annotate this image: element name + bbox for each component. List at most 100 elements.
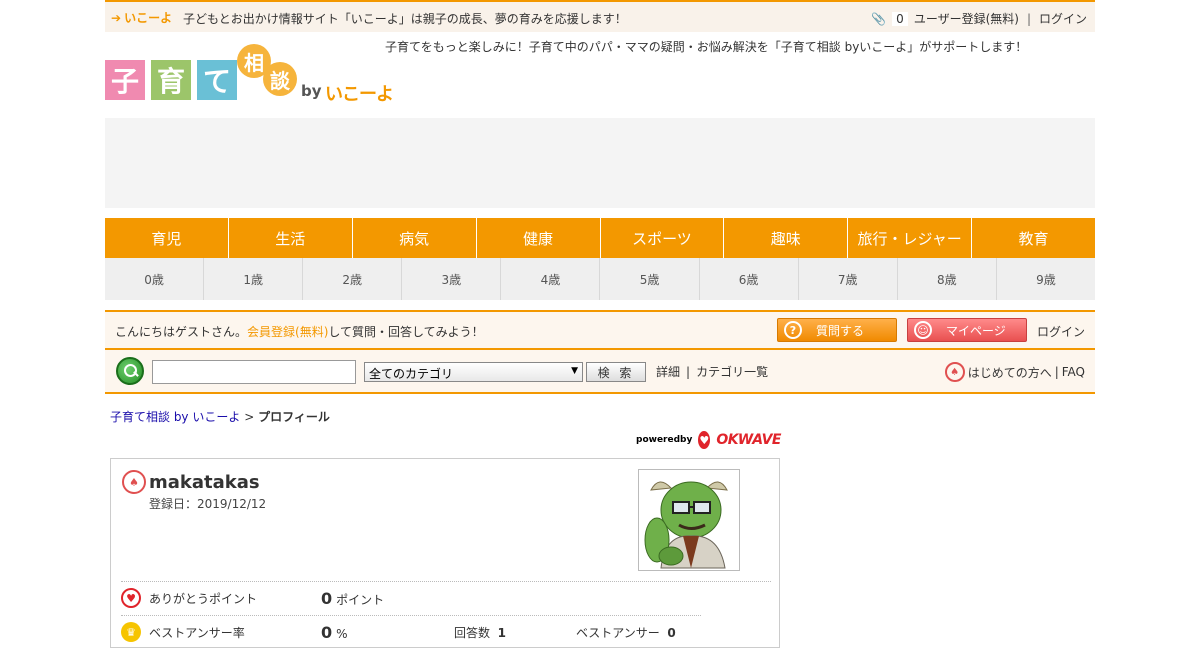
age-tab[interactable]: 3歳 [402,258,502,300]
smile-icon: ☺ [914,321,932,339]
separator: | [686,365,691,379]
question-icon: ? [784,321,802,339]
category-tab[interactable]: 旅行・レジャー [848,218,973,258]
crown-icon: ♛ [121,622,141,642]
logo-char: 子 [105,60,145,100]
separator: | [1054,365,1059,379]
divider [121,615,701,616]
age-tab[interactable]: 2歳 [303,258,403,300]
avatar-image [639,470,739,570]
site-logo[interactable]: 子 育 て 相 談 by いこーよ [105,42,395,105]
best-answer-row: ♛ ベストアンサー率 0% 回答数 1 ベストアンサー 0 [121,619,676,645]
ask-question-label: 質問する [816,323,865,338]
beginners-link[interactable]: はじめての方へ [968,364,1052,381]
best-answer-count: ベストアンサー 0 [576,624,676,641]
ad-banner-area [105,118,1095,208]
dropdown-arrow-icon: ▼ [571,366,578,376]
detail-search-link[interactable]: 詳細 [656,365,680,379]
category-tab[interactable]: 趣味 [724,218,849,258]
thanks-points-unit: ポイント [336,592,385,607]
best-answer-rate-unit: % [336,626,348,641]
best-answer-count-value: 0 [667,625,676,640]
breadcrumb-current: プロフィール [258,410,330,424]
user-icon: ♠ [122,470,146,494]
logo-brand: いこーよ [325,84,394,105]
best-answer-rate-number: 0 [321,622,333,642]
greeting-message: こんにちはゲストさん。会員登録(無料)して質問・回答してみよう！ [115,323,484,340]
arrow-left-icon: ➔ [111,11,122,25]
powered-by-okwave[interactable]: poweredby ♥ OKWAVE [636,430,781,450]
age-tab[interactable]: 0歳 [105,258,205,300]
clip-count: 0 [892,11,908,26]
thanks-points-value: 0 ポイント [321,589,384,608]
logo-char: 育 [151,60,191,100]
okwave-logo: OKWAVE [716,432,781,448]
category-select[interactable]: 全てのカテゴリ ▼ [364,362,583,382]
site-top-bar: ➔ いこーよ 子どもとお出かけ情報サイト「いこーよ」は親子の成長、夢の育みを応援し… [105,0,1095,32]
age-tab[interactable]: 5歳 [600,258,700,300]
category-select-value: 全てのカテゴリ [369,367,454,381]
category-list-link[interactable]: カテゴリ一覧 [696,365,768,379]
user-links: 📎 0 ユーザー登録(無料) | ログイン [871,10,1087,27]
beginner-icon: ♠ [944,362,965,382]
username: makatakas [149,472,260,493]
category-tab[interactable]: 生活 [229,218,353,258]
category-tab[interactable]: スポーツ [601,218,725,258]
search-bar: 全てのカテゴリ ▼ 検 索 詳細 | カテゴリ一覧 ♠ はじめての方へ | FAQ [105,350,1095,394]
search-input[interactable] [152,360,356,384]
answer-count-label: 回答数 [454,625,491,640]
age-tab[interactable]: 9歳 [997,258,1095,300]
login-link[interactable]: ログイン [1037,323,1085,340]
breadcrumb: 子育て相談 by いこーよ > プロフィール [110,408,330,425]
greeting-post: して質問・回答してみよう！ [328,325,484,339]
greeting-bar: こんにちはゲストさん。会員登録(無料)して質問・回答してみよう！ ? 質問する … [105,310,1095,350]
faq-link[interactable]: FAQ [1062,365,1085,379]
profile-panel: ♠ makatakas 登録日：2019/12/12 ♥ ありがとうポイント 0… [110,458,780,648]
breadcrumb-home[interactable]: 子育て相談 by いこーよ [110,410,240,424]
mypage-button[interactable]: ☺ マイページ [907,318,1027,342]
logo-char: 談 [263,62,297,96]
site-tagline: 子どもとお出かけ情報サイト「いこーよ」は親子の成長、夢の育みを応援します！ [183,12,627,26]
age-tab[interactable]: 6歳 [700,258,799,300]
search-button[interactable]: 検 索 [586,362,646,382]
category-tab[interactable]: 教育 [972,218,1095,258]
header-message: 子育てをもっと楽しみに！子育て中のパパ・ママの疑問・お悩み解決を「子育て相談 b… [385,40,1028,54]
heart-icon: ♥ [121,588,141,608]
ask-question-button[interactable]: ? 質問する [777,318,897,342]
back-link-label: いこーよ [124,11,173,25]
category-tab[interactable]: 育児 [105,218,229,258]
logo-by: by [301,82,322,100]
best-answer-count-label: ベストアンサー [576,625,660,640]
avatar [638,469,740,571]
best-answer-rate-label: ベストアンサー率 [149,625,245,640]
header: 子 育 て 相 談 by いこーよ 子育てをもっと楽しみに！子育て中のパパ・ママ… [105,34,1095,105]
greeting-pre: こんにちはゲストさん。 [115,325,248,339]
breadcrumb-separator: > [244,410,255,424]
mypage-label: マイページ [946,323,1006,338]
best-answer-rate-value: 0% [321,623,348,642]
paperclip-icon[interactable]: 📎 [871,12,886,26]
age-tab[interactable]: 1歳 [204,258,304,300]
back-link[interactable]: ➔ いこーよ [111,9,172,26]
help-links: ♠ はじめての方へ | FAQ [944,362,1085,382]
member-register-link[interactable]: 会員登録(無料) [247,325,328,339]
divider [121,581,771,582]
category-tab[interactable]: 健康 [477,218,601,258]
age-nav: 0歳 1歳 2歳 3歳 4歳 5歳 6歳 7歳 8歳 9歳 [105,258,1095,300]
login-link[interactable]: ログイン [1039,10,1087,27]
category-tab[interactable]: 病気 [353,218,477,258]
thanks-points-label: ありがとうポイント [149,591,258,606]
separator: | [1026,11,1031,26]
answer-count-value: 1 [497,625,507,640]
registration-date: 登録日：2019/12/12 [149,497,267,511]
age-tab[interactable]: 4歳 [501,258,601,300]
answer-count: 回答数 1 [454,624,506,641]
thanks-points-number: 0 [321,588,333,608]
age-tab[interactable]: 7歳 [799,258,898,300]
powered-by-label: poweredby [636,435,693,445]
search-icon [116,357,144,385]
heart-icon: ♥ [698,431,711,449]
logo-char: て [197,60,237,100]
register-link[interactable]: ユーザー登録(無料) [914,10,1019,27]
age-tab[interactable]: 8歳 [898,258,997,300]
